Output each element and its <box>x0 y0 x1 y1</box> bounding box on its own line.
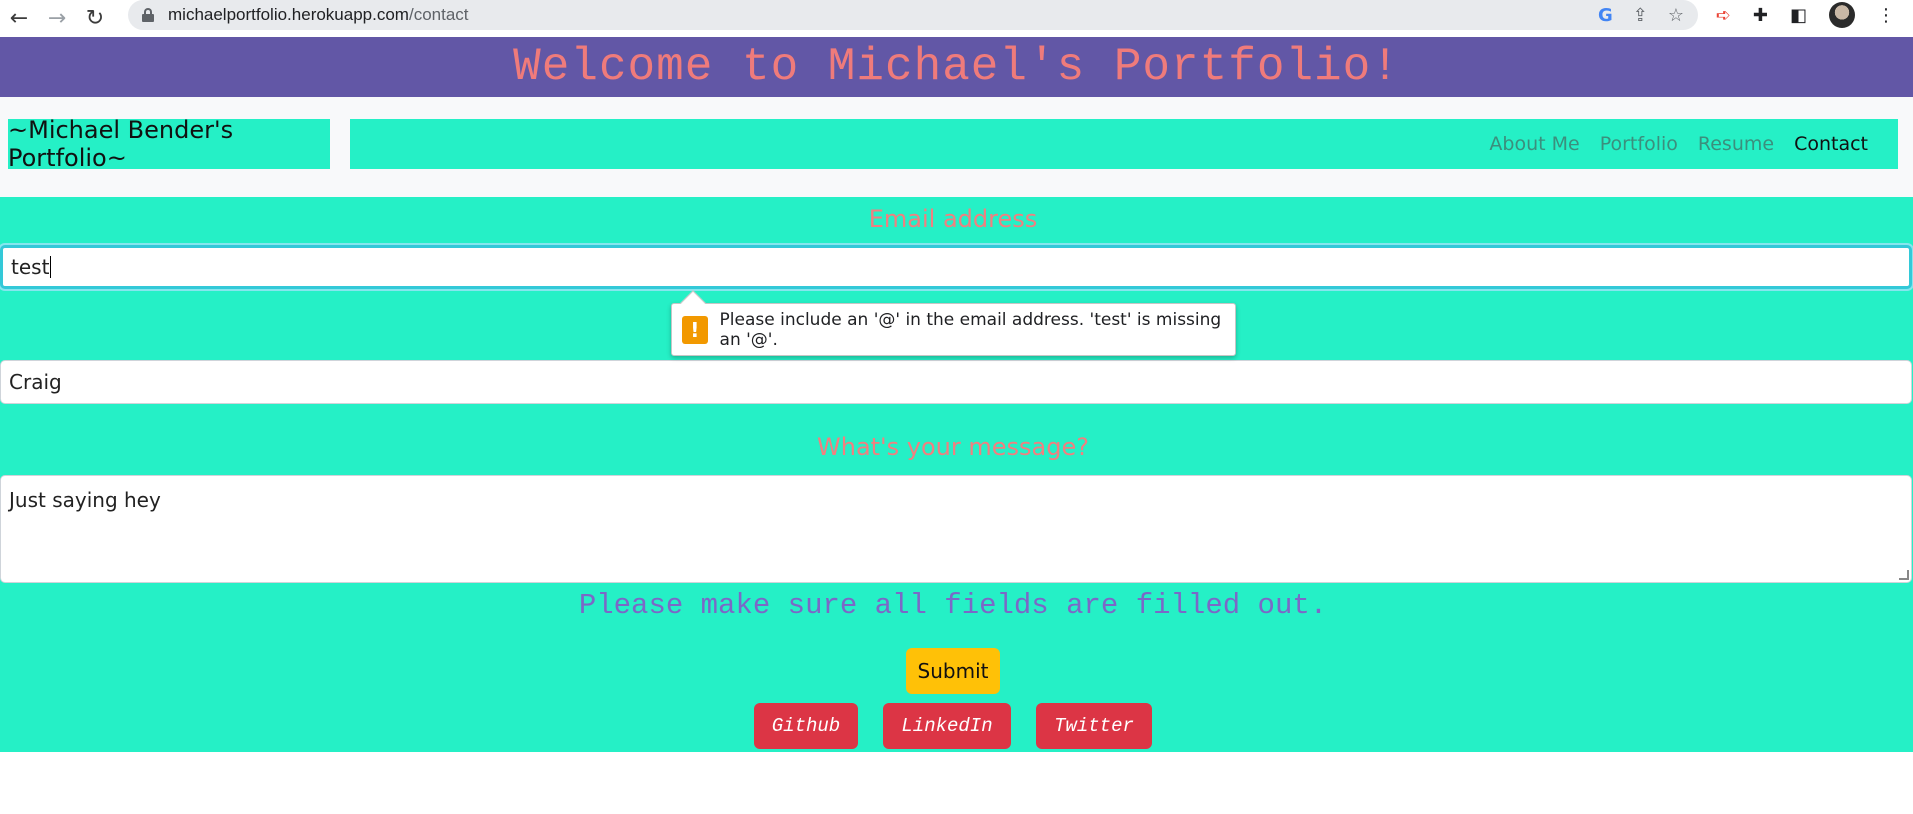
email-label: Email address <box>868 205 1038 233</box>
url-text[interactable]: michaelportfolio.herokuapp.com/contact <box>168 5 469 25</box>
page-header: Welcome to Michael's Portfolio! <box>0 37 1913 97</box>
message-field[interactable]: Just saying hey <box>0 475 1912 583</box>
address-bar[interactable]: michaelportfolio.herokuapp.com/contact G… <box>128 0 1698 30</box>
extension-icon[interactable]: ➪ <box>1716 5 1731 26</box>
navbar: About Me Portfolio Resume Contact <box>350 119 1898 169</box>
contact-form: Email address test Craig What's your mes… <box>0 197 1913 752</box>
google-icon[interactable]: G <box>1598 5 1613 26</box>
text-cursor <box>50 256 52 278</box>
form-notice: Please make sure all fields are filled o… <box>578 589 1328 622</box>
browser-menu-icon[interactable]: ⋮ <box>1877 5 1895 26</box>
twitter-button[interactable]: Twitter <box>1036 703 1152 749</box>
bookmark-star-icon[interactable]: ☆ <box>1668 5 1684 26</box>
url-host: michaelportfolio.herokuapp.com <box>168 5 409 24</box>
message-value: Just saying hey <box>9 488 161 512</box>
page-title: Welcome to Michael's Portfolio! <box>513 41 1400 93</box>
name-field[interactable]: Craig <box>0 360 1912 404</box>
email-field[interactable]: test <box>0 245 1912 289</box>
linkedin-button[interactable]: LinkedIn <box>883 703 1011 749</box>
nav-link-about-me[interactable]: About Me <box>1489 133 1579 155</box>
name-value: Craig <box>9 370 62 394</box>
validation-message: Please include an '@' in the email addre… <box>719 309 1222 350</box>
navbar-container: ~Michael Bender's Portfolio~ About Me Po… <box>0 97 1913 197</box>
submit-button[interactable]: Submit <box>906 648 1000 694</box>
message-label: What's your message? <box>817 433 1089 461</box>
github-button[interactable]: Github <box>754 703 858 749</box>
lock-icon[interactable] <box>142 8 154 22</box>
reload-icon[interactable]: ↻ <box>76 0 114 37</box>
share-icon[interactable]: ⇪ <box>1633 5 1648 26</box>
url-path: /contact <box>408 5 469 24</box>
puzzle-extensions-icon[interactable]: ✚ <box>1753 5 1768 26</box>
validation-tooltip: ! Please include an '@' in the email add… <box>671 290 1236 356</box>
forward-icon[interactable]: → <box>38 0 76 37</box>
nav-link-contact[interactable]: Contact <box>1794 133 1868 155</box>
browser-toolbar: ← → ↻ michaelportfolio.herokuapp.com/con… <box>0 0 1913 37</box>
warning-icon: ! <box>682 315 708 344</box>
brand-logo[interactable]: ~Michael Bender's Portfolio~ <box>8 116 330 172</box>
resize-handle-icon[interactable] <box>1899 570 1909 580</box>
back-icon[interactable]: ← <box>0 0 38 37</box>
profile-avatar[interactable] <box>1829 2 1855 28</box>
email-value: test <box>11 255 50 279</box>
nav-link-portfolio[interactable]: Portfolio <box>1600 133 1678 155</box>
nav-link-resume[interactable]: Resume <box>1698 133 1774 155</box>
side-panel-icon[interactable]: ◧ <box>1790 5 1807 26</box>
